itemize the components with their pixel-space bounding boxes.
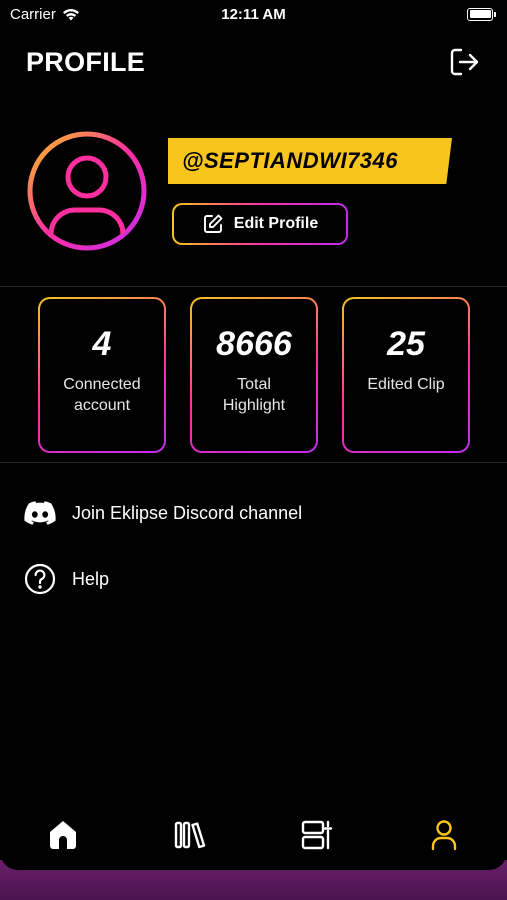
stat-card-connected: 4 Connected account xyxy=(38,297,166,453)
stat-value: 4 xyxy=(92,325,112,363)
edit-profile-label: Edit Profile xyxy=(233,215,319,232)
tab-bar xyxy=(0,800,507,870)
stat-value: 25 xyxy=(387,325,425,363)
stat-label: Edited Clip xyxy=(367,376,445,393)
logout-button[interactable] xyxy=(447,45,481,79)
help-icon xyxy=(24,563,56,595)
library-icon xyxy=(174,821,206,849)
menu-item-label: Join Eklipse Discord channel xyxy=(72,502,303,523)
edit-profile-inner: Edit Profile xyxy=(174,205,346,243)
logout-icon xyxy=(450,48,479,76)
avatar[interactable] xyxy=(26,130,148,252)
tab-editor[interactable] xyxy=(287,805,347,865)
page-title: PROFILE xyxy=(26,46,146,77)
editor-icon xyxy=(301,820,333,850)
edit-profile-button[interactable]: Edit Profile xyxy=(172,203,348,245)
divider xyxy=(0,286,507,287)
tab-home[interactable] xyxy=(33,805,93,865)
battery-icon xyxy=(467,7,496,21)
stat-value: 8666 xyxy=(216,325,292,363)
stat-label: Total Highlight xyxy=(222,376,286,414)
tab-library[interactable] xyxy=(160,805,220,865)
home-icon xyxy=(50,821,77,849)
stats-row: 4 Connected account 8666 Total Highlight… xyxy=(38,297,470,453)
status-left: Carrier xyxy=(10,6,80,23)
username-badge: @SEPTIANDWI7346 xyxy=(168,138,452,184)
status-bar: Carrier 12:11 AM xyxy=(0,0,507,28)
stat-label: Connected account xyxy=(63,376,141,414)
discord-icon xyxy=(24,501,56,525)
wifi-icon xyxy=(62,8,79,20)
edit-icon xyxy=(203,214,223,233)
menu-item-help[interactable]: Help xyxy=(24,561,484,597)
menu-item-label: Help xyxy=(72,568,110,589)
carrier-label: Carrier xyxy=(10,5,56,23)
stat-card-edited: 25 Edited Clip xyxy=(342,297,470,453)
stat-card-highlight: 8666 Total Highlight xyxy=(190,297,318,453)
header: PROFILE xyxy=(0,40,507,84)
user-avatar-icon xyxy=(27,131,147,251)
divider xyxy=(0,462,507,463)
tab-profile[interactable] xyxy=(414,805,474,865)
menu-item-discord[interactable]: Join Eklipse Discord channel xyxy=(24,495,484,531)
profile-icon xyxy=(431,820,456,851)
